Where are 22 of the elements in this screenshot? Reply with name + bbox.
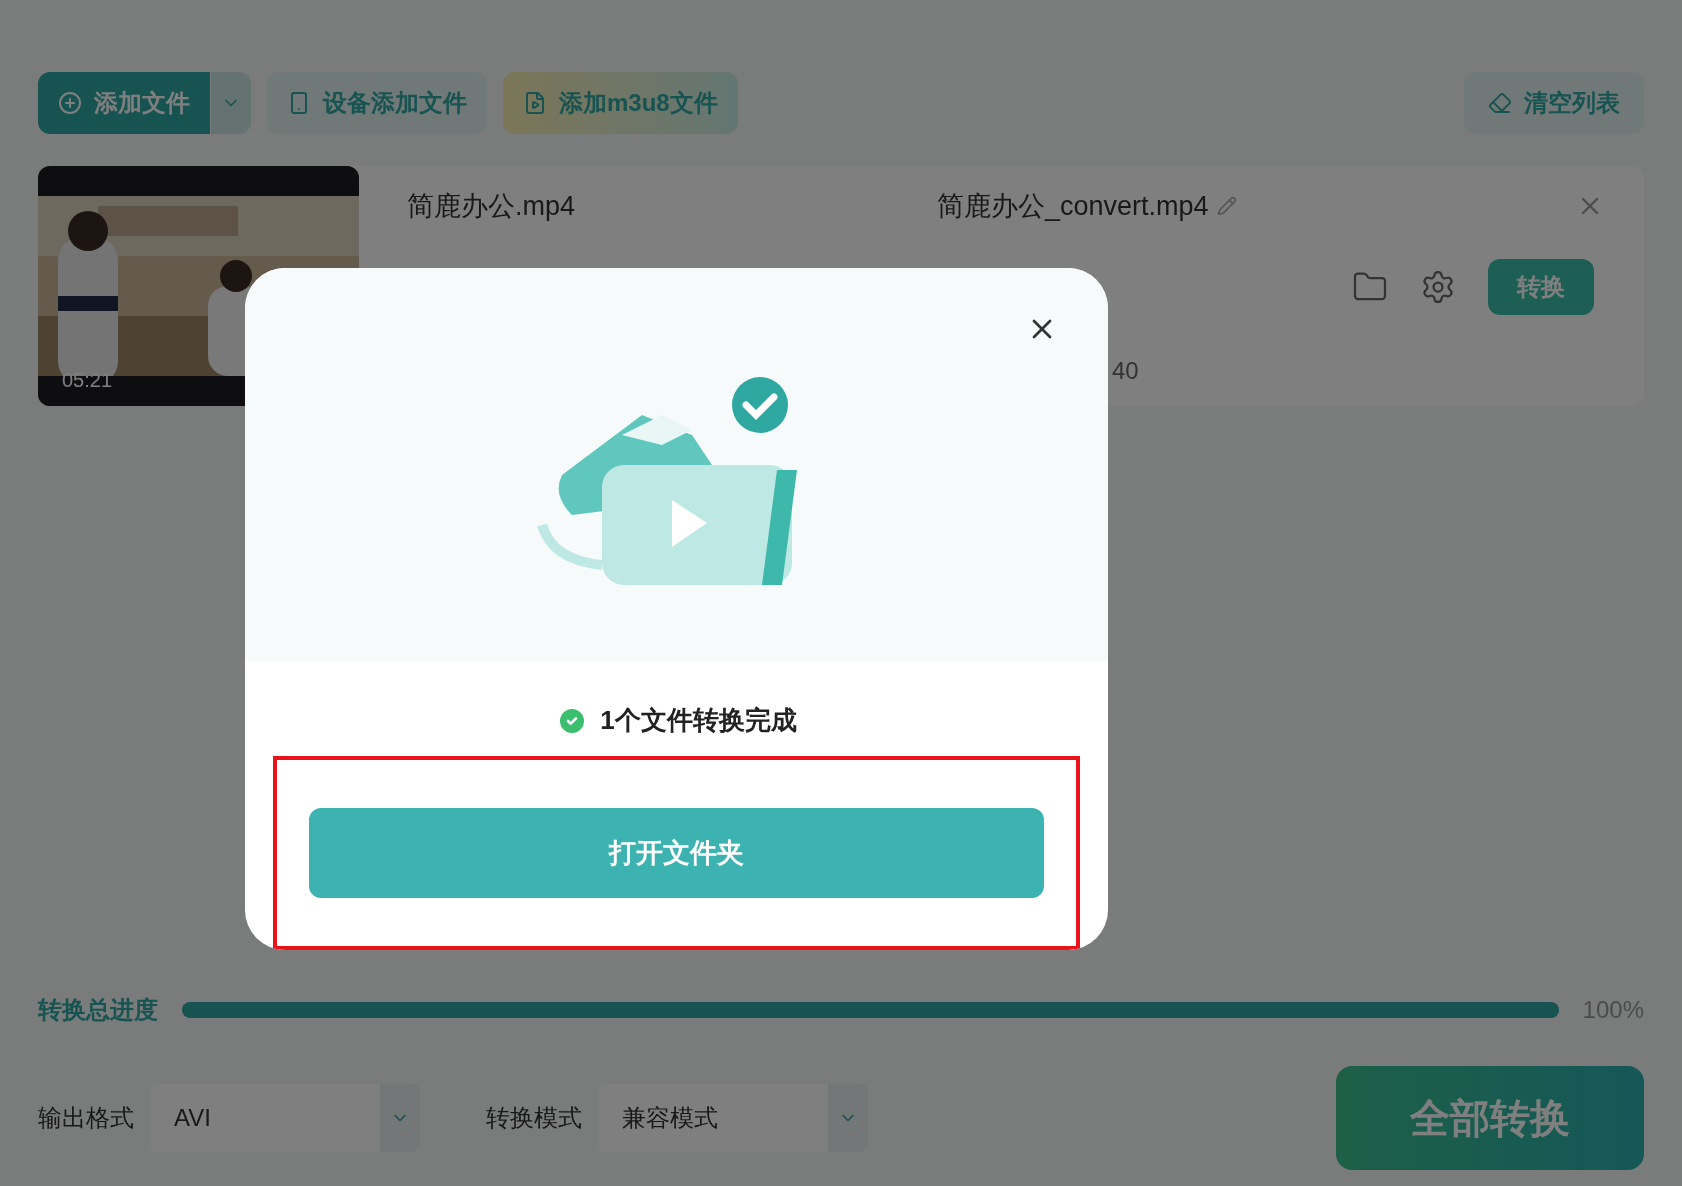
convert-button[interactable]: 转换 bbox=[1488, 258, 1594, 315]
completion-message: 1个文件转换完成 bbox=[600, 704, 797, 737]
toolbar-button[interactable]: 添加文件 bbox=[38, 72, 210, 134]
source-file-name: 简鹿办公.mp4 bbox=[407, 190, 577, 223]
toolbar-button[interactable]: 添加m3u8文件 bbox=[503, 72, 738, 134]
setting-label: 转换模式 bbox=[486, 1103, 582, 1133]
video-file-icon bbox=[523, 91, 547, 115]
progress-label: 转换总进度 bbox=[38, 995, 158, 1025]
settings-icon[interactable] bbox=[1420, 268, 1456, 305]
select-field[interactable]: AVI bbox=[150, 1084, 420, 1152]
edit-icon[interactable] bbox=[1216, 196, 1237, 217]
file-info: 40 bbox=[1112, 355, 1140, 386]
add-icon bbox=[58, 91, 82, 115]
select-field[interactable]: 兼容模式 bbox=[598, 1084, 868, 1152]
setting-label: 输出格式 bbox=[38, 1103, 134, 1133]
output-file-name: 简鹿办公_convert.mp4 bbox=[937, 190, 1209, 223]
eraser-icon bbox=[1488, 91, 1512, 115]
clear-list-button[interactable]: 清空列表 bbox=[1464, 72, 1644, 134]
open-folder-button[interactable]: 打开文件夹 bbox=[309, 808, 1044, 898]
convert-all-button[interactable]: 全部转换 bbox=[1336, 1066, 1644, 1170]
toolbar-button[interactable]: 设备添加文件 bbox=[267, 72, 487, 134]
duration-label: 05:21 bbox=[62, 368, 113, 393]
